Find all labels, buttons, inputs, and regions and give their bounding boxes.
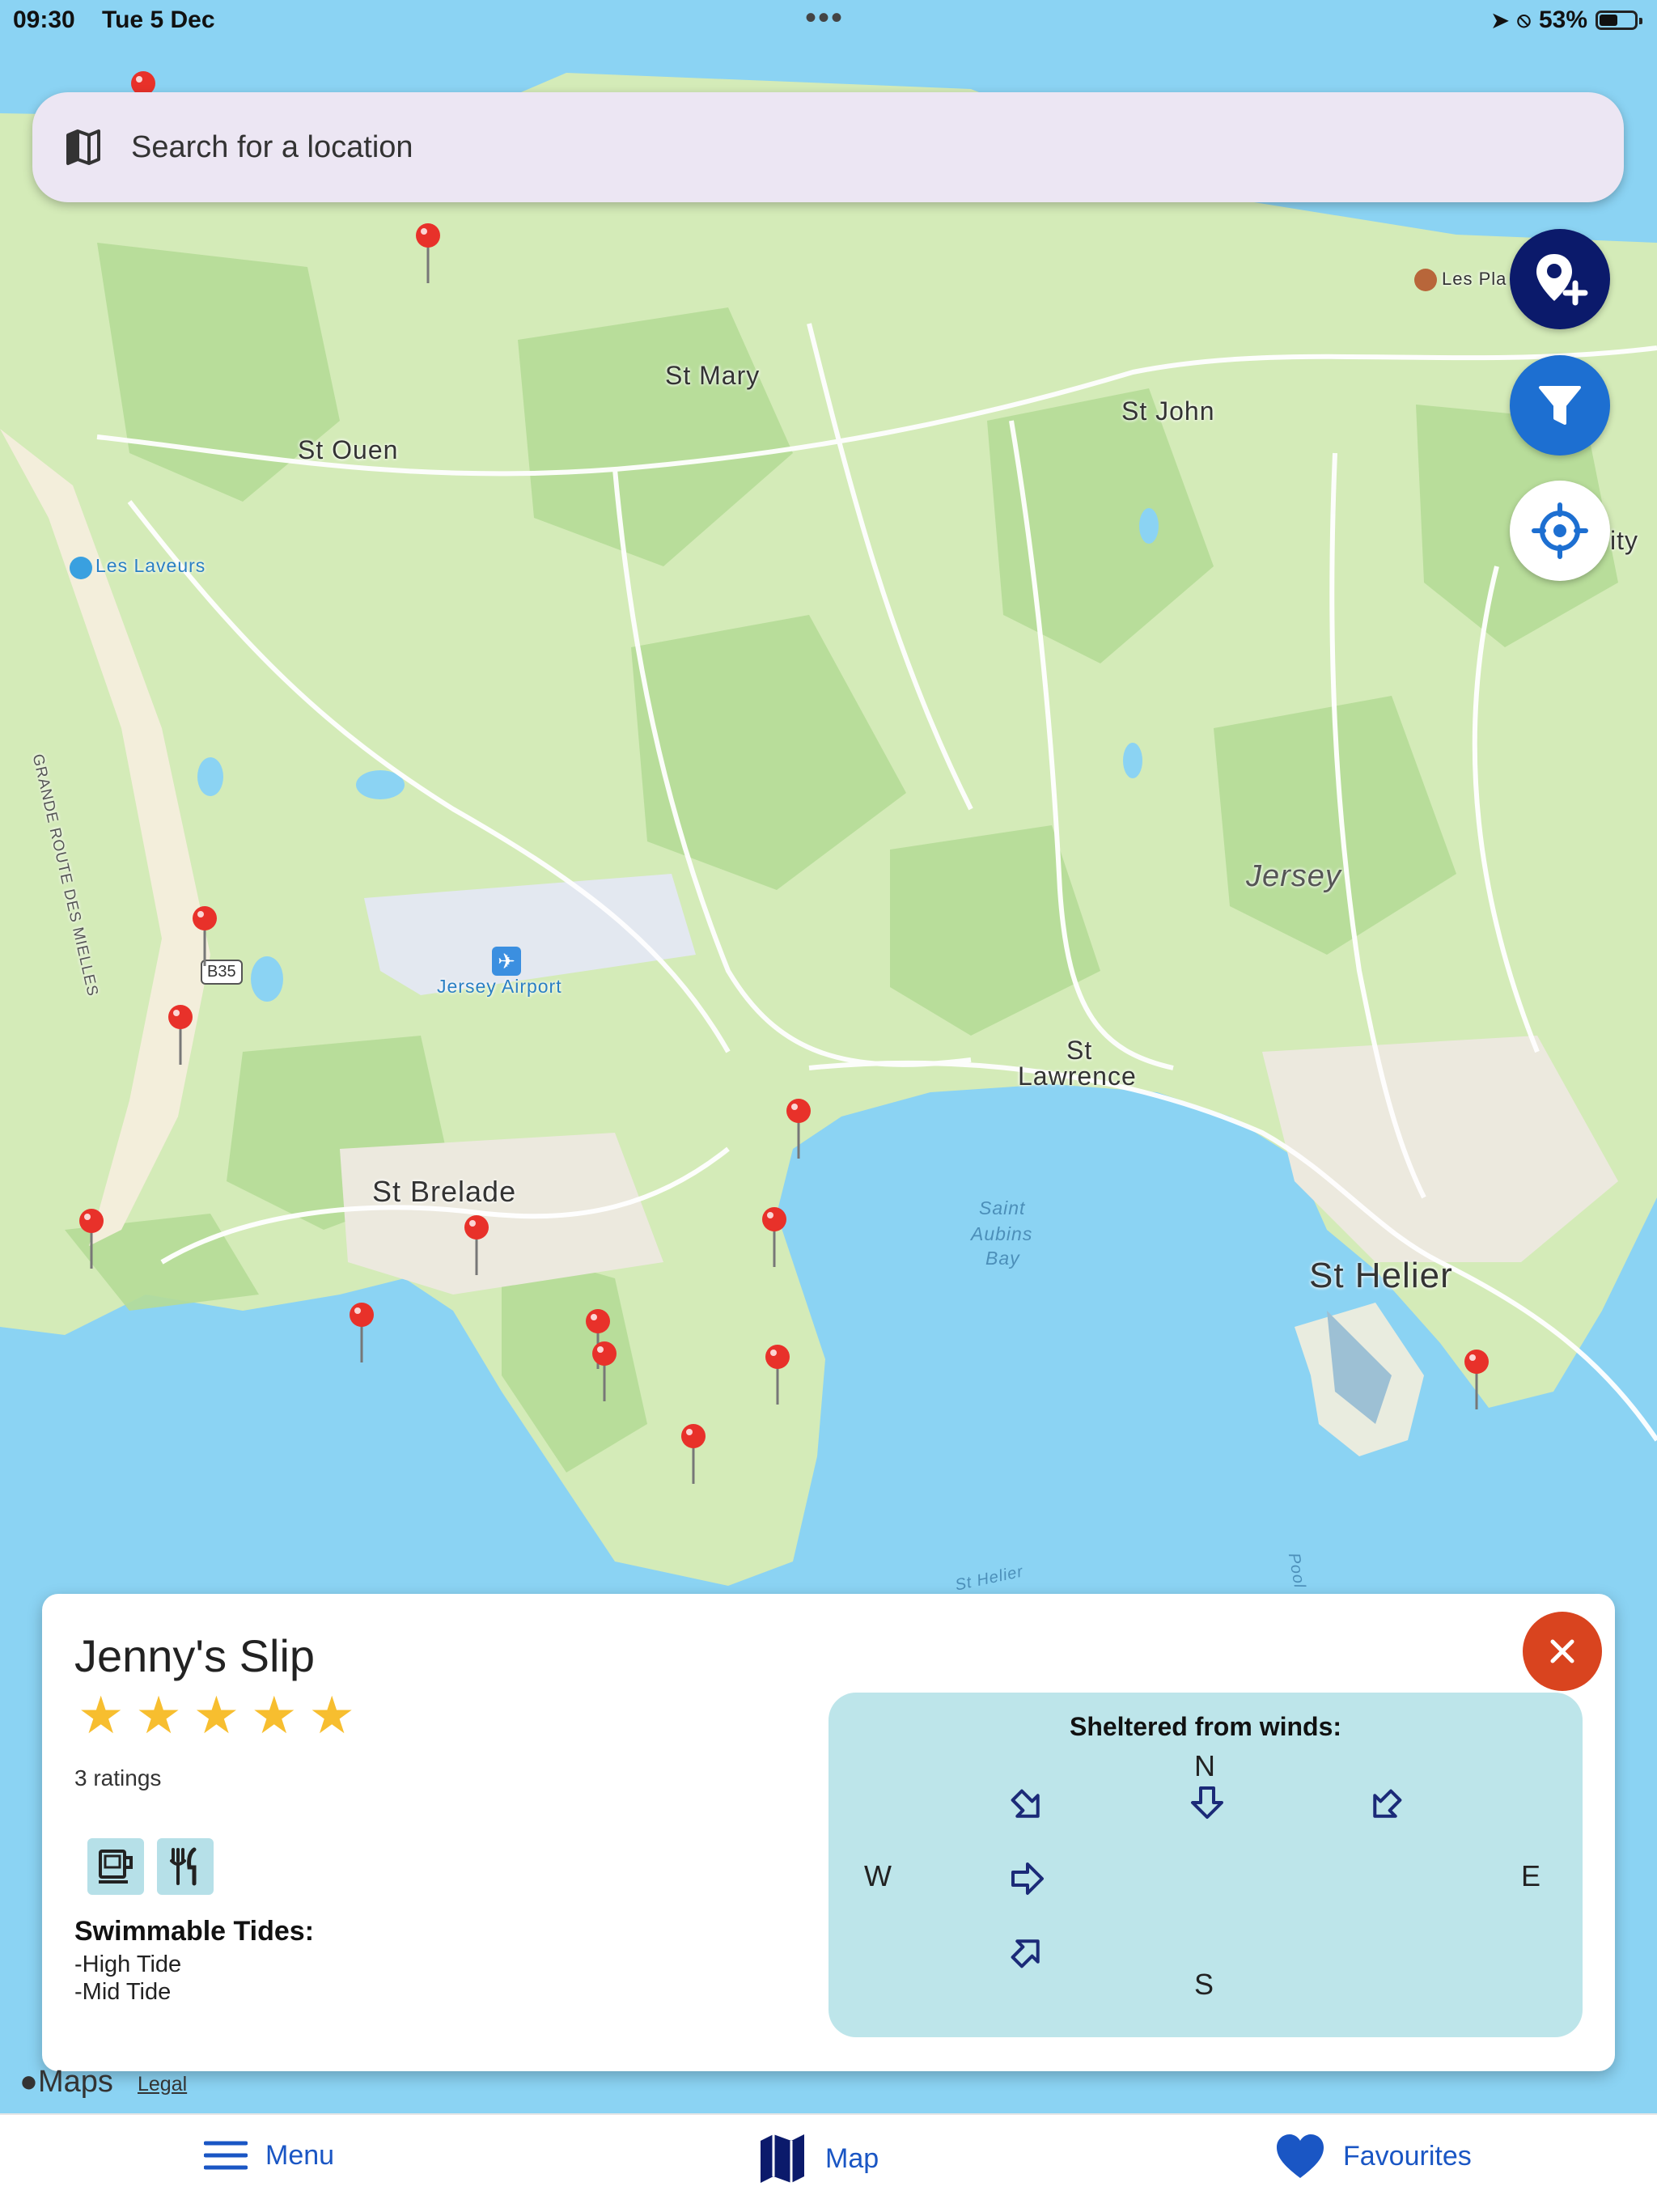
wind-shelter-panel: Sheltered from winds: N S W E [828, 1693, 1583, 2037]
map-icon [66, 129, 100, 165]
amenities [87, 1838, 214, 1895]
search-input[interactable]: Search for a location [131, 130, 413, 165]
multitask-dots-icon[interactable]: ••• [805, 0, 844, 36]
filter-button[interactable] [1510, 355, 1610, 456]
add-location-icon [1536, 254, 1588, 306]
star-icon[interactable]: ★ [309, 1689, 355, 1741]
map-pin-icon[interactable] [167, 1003, 194, 1068]
spot-title: Jenny's Slip [74, 1630, 316, 1681]
map-label-les-pla: Les Pla [1442, 269, 1507, 289]
map-pin-icon[interactable] [463, 1214, 490, 1278]
apple-maps-logo: ●Maps [19, 2065, 113, 2099]
search-bar[interactable]: Search for a location [32, 92, 1624, 202]
battery-percent: 53% [1538, 6, 1587, 33]
map-label-bay-1: Saint [979, 1197, 1026, 1218]
filter-icon [1539, 386, 1581, 425]
map-pin-icon[interactable] [761, 1206, 788, 1270]
location-arrow-icon: ➤ [1491, 7, 1509, 32]
tab-menu-label: Menu [265, 2139, 335, 2171]
map-label-les-laveurs: Les Laveurs [95, 555, 206, 576]
status-right: ➤ ⦸ 53% [1491, 6, 1642, 34]
status-bar: 09:30 Tue 5 Dec ••• ➤ ⦸ 53% [0, 0, 1657, 42]
compass-e: E [1521, 1859, 1541, 1892]
map-icon [761, 2134, 804, 2183]
map-pin-icon[interactable] [764, 1343, 791, 1408]
ratings-count: 3 ratings [74, 1765, 162, 1790]
map-pin-icon[interactable] [591, 1340, 618, 1405]
tab-menu[interactable]: Menu [204, 2139, 334, 2172]
map-pin-icon[interactable] [78, 1207, 105, 1272]
tab-favourites-label: Favourites [1343, 2140, 1472, 2172]
close-icon [1550, 1639, 1574, 1663]
map-label-st-lawrence-2: Lawrence [1018, 1062, 1137, 1091]
map-label-st-ouen: St Ouen [298, 435, 399, 464]
map-pin-icon[interactable] [1463, 1348, 1490, 1413]
map-label-bay-2: Aubins [971, 1223, 1033, 1244]
tab-map-label: Map [825, 2142, 879, 2174]
map-label-jersey: Jersey [1246, 859, 1341, 893]
map-pin-icon[interactable] [191, 905, 218, 969]
map-pin-icon[interactable] [414, 222, 442, 286]
star-icon[interactable]: ★ [78, 1689, 124, 1741]
star-icon[interactable]: ★ [193, 1689, 239, 1741]
crosshair-icon [1532, 502, 1588, 559]
compass-s: S [1194, 1968, 1214, 2001]
compass-n: N [1194, 1749, 1215, 1782]
map-pin-icon[interactable] [348, 1301, 375, 1366]
screen-lock-icon: ⦸ [1517, 7, 1531, 32]
tab-favourites[interactable]: Favourites [1275, 2133, 1472, 2180]
heart-icon [1277, 2134, 1324, 2178]
wind-arrow-from-ne [1373, 1789, 1402, 1818]
beach-icon [70, 557, 92, 579]
wind-heading: Sheltered from winds: [1069, 1712, 1342, 1741]
battery-icon [1596, 11, 1642, 30]
tab-bar: Menu Map Favourites [0, 2113, 1657, 2212]
legal-link[interactable]: Legal [138, 2073, 187, 2096]
map-pin-icon[interactable] [785, 1097, 812, 1162]
map-label-bay-3: Bay [985, 1248, 1020, 1269]
locate-me-button[interactable] [1510, 481, 1610, 581]
tab-map[interactable]: Map [757, 2133, 879, 2184]
wind-arrow-from-w [1011, 1862, 1044, 1895]
map-label-trinity: ity [1610, 526, 1638, 555]
wind-arrow-from-nw [1011, 1789, 1040, 1818]
star-icon[interactable]: ★ [135, 1689, 181, 1741]
spot-detail-card: Jenny's Slip ★ ★ ★ ★ ★ 3 ratings Swimmable T… [42, 1594, 1615, 2071]
close-button[interactable] [1523, 1612, 1602, 1691]
restaurant-icon [157, 1838, 214, 1895]
wind-arrow-from-n [1191, 1786, 1223, 1819]
map-label-st-mary: St Mary [665, 361, 761, 390]
tide-item: -High Tide [74, 1951, 182, 1977]
compass-w: W [864, 1859, 892, 1892]
cafe-icon [87, 1838, 144, 1895]
wind-arrow-from-sw [1011, 1939, 1040, 1968]
tide-item: -Mid Tide [74, 1979, 172, 2005]
apple-logo-icon: ● [19, 2065, 38, 2099]
map-label-airport: Jersey Airport [437, 976, 562, 997]
tides-heading: Swimmable Tides: [74, 1916, 315, 1947]
add-location-button[interactable] [1510, 229, 1610, 329]
poi-icon [1414, 269, 1437, 291]
status-date: Tue 5 Dec [102, 6, 215, 33]
airport-icon: ✈ [492, 947, 521, 976]
map-label-st-brelade: St Brelade [372, 1175, 517, 1208]
map-pin-icon[interactable] [680, 1422, 707, 1487]
map-label-st-john: St John [1121, 396, 1215, 426]
map-label-st-helier: St Helier [1309, 1256, 1453, 1295]
status-time: 09:30 [13, 6, 75, 33]
hamburger-icon [204, 2141, 248, 2170]
star-rating[interactable]: ★ ★ ★ ★ ★ [78, 1689, 355, 1741]
star-icon[interactable]: ★ [251, 1689, 297, 1741]
